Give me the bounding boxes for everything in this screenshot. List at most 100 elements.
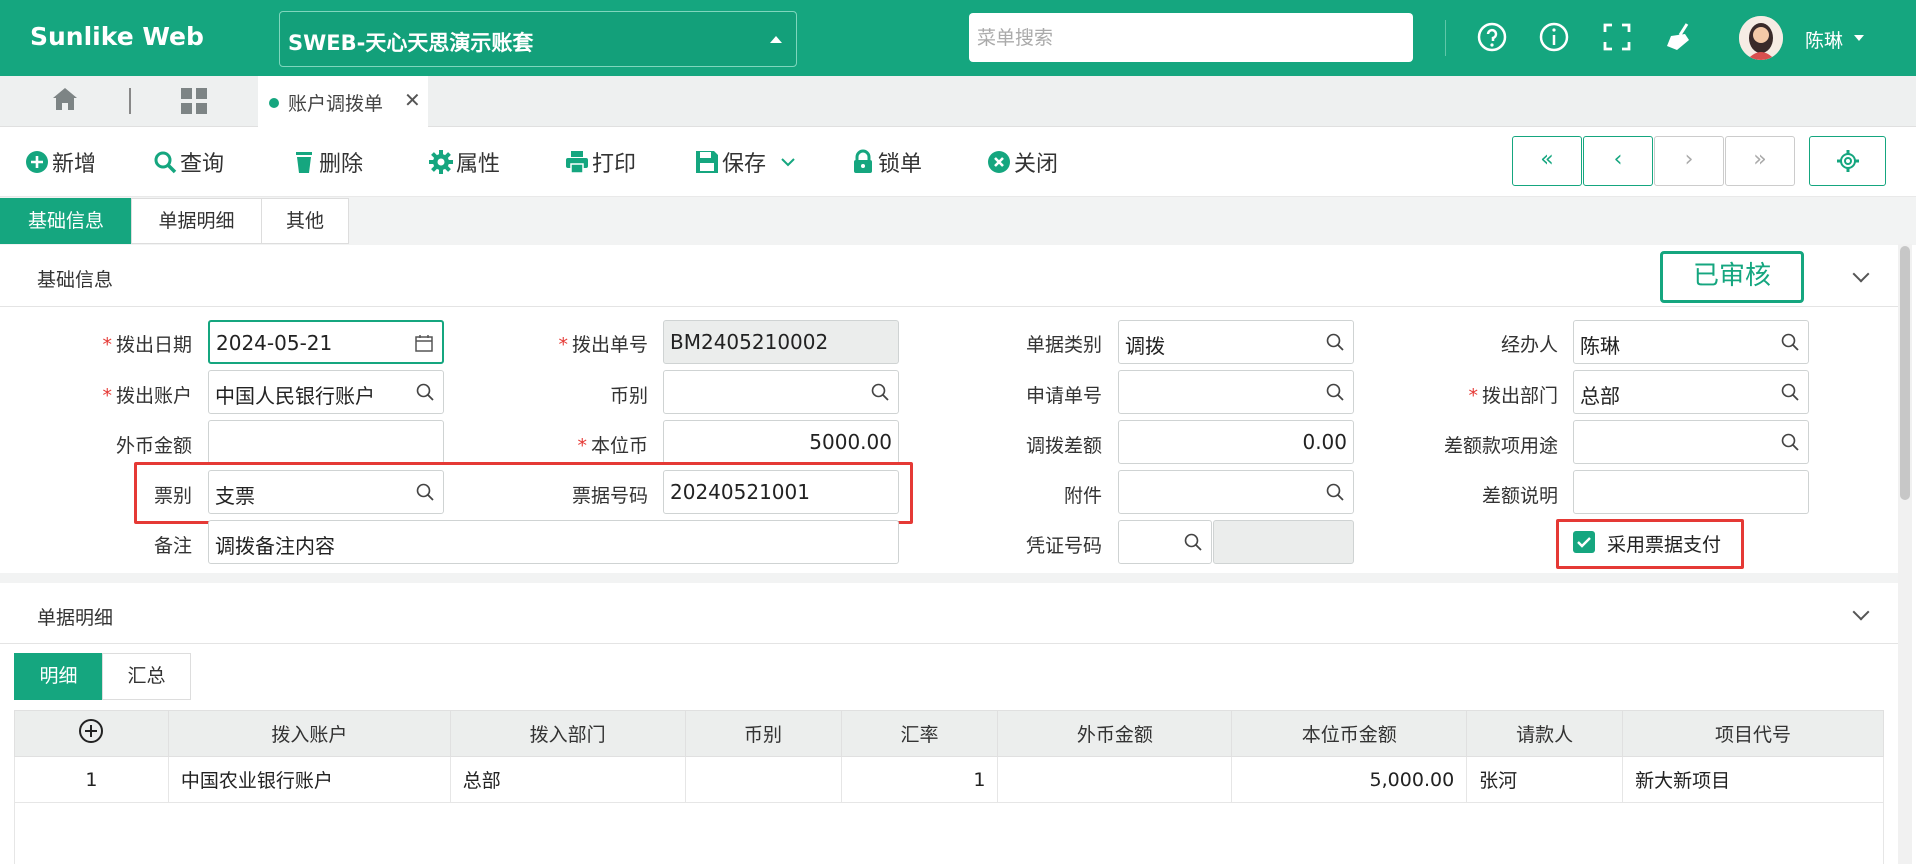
user-name[interactable]: 陈琳 — [1805, 26, 1843, 53]
out-account-field[interactable]: 中国人民银行账户 — [208, 370, 444, 414]
subtab-detail[interactable]: 明细 — [14, 653, 103, 700]
tab-account-transfer[interactable]: 账户调拨单 ✕ — [258, 76, 428, 127]
col-local-amount[interactable]: 本位币金额 — [1231, 710, 1468, 757]
add-row-column[interactable] — [14, 710, 169, 757]
search-icon[interactable] — [1325, 382, 1345, 402]
last-record-button[interactable]: » — [1725, 136, 1795, 186]
settings-button[interactable] — [1809, 136, 1886, 186]
cell-foreign-amount[interactable] — [997, 756, 1233, 803]
cell-requester[interactable]: 张河 — [1466, 756, 1624, 803]
table-row[interactable] — [15, 803, 1884, 849]
col-requester[interactable]: 请款人 — [1466, 710, 1624, 757]
gear-icon — [429, 150, 453, 174]
menu-search-input[interactable] — [969, 13, 1413, 62]
out-date-label: * 拨出日期 — [102, 334, 192, 356]
cell-in-account[interactable]: 中国农业银行账户 — [167, 756, 451, 803]
cell-project-code[interactable]: 新大新项目 — [1622, 756, 1884, 803]
page-scrollbar[interactable] — [1898, 244, 1912, 864]
handler-label: 经办人 — [1500, 334, 1558, 356]
info-icon[interactable] — [1537, 20, 1571, 54]
help-icon[interactable] — [1475, 20, 1509, 54]
doc-type-label: 单据类别 — [1025, 334, 1102, 356]
home-icon[interactable] — [52, 86, 78, 116]
search-icon[interactable] — [1325, 332, 1345, 352]
subtab-summary[interactable]: 汇总 — [102, 653, 191, 700]
out-date-field[interactable]: 2024-05-21 — [208, 320, 444, 364]
chevron-down-icon[interactable] — [1854, 35, 1864, 41]
table-row[interactable]: 1 中国农业银行账户 总部 1 5,000.00 张河 新大新项目 — [14, 756, 1884, 803]
brand-logo[interactable]: Sunlike Web — [30, 22, 204, 51]
tab-bill-detail[interactable]: 单据明细 — [131, 198, 262, 244]
save-button[interactable]: 保存 — [694, 147, 798, 177]
basic-info-header[interactable] — [0, 246, 1900, 307]
col-in-account[interactable]: 拨入账户 — [167, 710, 451, 757]
print-button[interactable]: 打印 — [564, 147, 636, 177]
col-foreign-amount[interactable]: 外币金额 — [997, 710, 1233, 757]
user-avatar[interactable] — [1739, 16, 1783, 60]
close-button[interactable]: 关闭 — [986, 147, 1058, 177]
local-currency-field[interactable]: 5000.00 — [663, 420, 899, 464]
fullscreen-icon[interactable] — [1600, 20, 1634, 54]
properties-button[interactable]: 属性 — [428, 147, 500, 177]
cell-currency[interactable] — [684, 756, 842, 803]
delete-button[interactable]: 删除 — [291, 147, 363, 177]
col-in-dept[interactable]: 拨入部门 — [449, 710, 686, 757]
apps-grid-icon[interactable] — [180, 87, 208, 119]
tab-basic-info[interactable]: 基础信息 — [0, 198, 132, 244]
broom-clear-icon[interactable] — [1663, 20, 1697, 54]
out-account-label: * 拨出账户 — [102, 385, 192, 407]
add-row-icon[interactable] — [78, 718, 104, 744]
attachment-field[interactable] — [1118, 470, 1354, 514]
print-label: 打印 — [592, 152, 637, 177]
account-selector[interactable]: SWEB-天心天思演示账套 — [279, 11, 797, 67]
search-icon[interactable] — [1780, 382, 1800, 402]
use-bill-payment-checkbox[interactable] — [1573, 531, 1595, 553]
search-icon[interactable] — [1780, 432, 1800, 452]
col-currency[interactable]: 币别 — [684, 710, 842, 757]
account-name: SWEB-天心天思演示账套 — [288, 31, 534, 55]
cell-rate[interactable]: 1 — [840, 756, 999, 803]
diff-use-label: 差额款项用途 — [1443, 435, 1558, 457]
prev-record-button[interactable]: ‹ — [1583, 136, 1653, 186]
diff-note-field[interactable] — [1573, 470, 1809, 514]
add-button[interactable]: 新增 — [24, 147, 96, 177]
cell-local-amount[interactable]: 5,000.00 — [1231, 756, 1468, 803]
tab-label: 账户调拨单 — [288, 93, 384, 115]
bill-type-field[interactable]: 支票 — [208, 470, 444, 514]
detail-table: 拨入账户 拨入部门 币别 汇率 外币金额 本位币金额 请款人 项目代号 1 中国… — [14, 710, 1884, 849]
first-record-button[interactable]: « — [1512, 136, 1582, 186]
search-icon[interactable] — [870, 382, 890, 402]
col-rate[interactable]: 汇率 — [840, 710, 999, 757]
remark-field[interactable]: 调拨备注内容 — [208, 520, 899, 564]
query-button[interactable]: 查询 — [152, 147, 224, 177]
bill-no-field[interactable]: 20240521001 — [663, 470, 899, 514]
diff-use-field[interactable] — [1573, 420, 1809, 464]
search-icon[interactable] — [415, 382, 435, 402]
doc-type-field[interactable]: 调拨 — [1118, 320, 1354, 364]
detail-header[interactable] — [0, 583, 1900, 644]
next-record-button[interactable]: › — [1654, 136, 1724, 186]
approved-stamp: 已审核 — [1660, 251, 1804, 303]
search-icon[interactable] — [415, 482, 435, 502]
lock-button[interactable]: 锁单 — [850, 147, 922, 177]
calendar-icon[interactable] — [414, 333, 434, 353]
use-bill-payment-label[interactable]: 采用票据支付 — [1607, 530, 1721, 557]
currency-field[interactable] — [663, 370, 899, 414]
tab-other[interactable]: 其他 — [261, 198, 349, 244]
chevron-down-icon[interactable] — [778, 152, 798, 172]
transfer-diff-field[interactable]: 0.00 — [1118, 420, 1354, 464]
out-dept-field[interactable]: 总部 — [1573, 370, 1809, 414]
scrollbar-thumb[interactable] — [1900, 246, 1910, 500]
search-icon[interactable] — [1780, 332, 1800, 352]
search-icon[interactable] — [1183, 532, 1203, 552]
close-tab-icon[interactable]: ✕ — [404, 88, 421, 112]
search-icon[interactable] — [1325, 482, 1345, 502]
handler-field[interactable]: 陈琳 — [1573, 320, 1809, 364]
foreign-amount-field[interactable] — [208, 420, 444, 464]
col-project-code[interactable]: 项目代号 — [1622, 710, 1884, 757]
voucher-no-field[interactable] — [1118, 520, 1212, 564]
out-no-field[interactable]: BM2405210002 — [663, 320, 899, 364]
close-label: 关闭 — [1014, 152, 1059, 177]
apply-no-field[interactable] — [1118, 370, 1354, 414]
cell-in-dept[interactable]: 总部 — [449, 756, 686, 803]
